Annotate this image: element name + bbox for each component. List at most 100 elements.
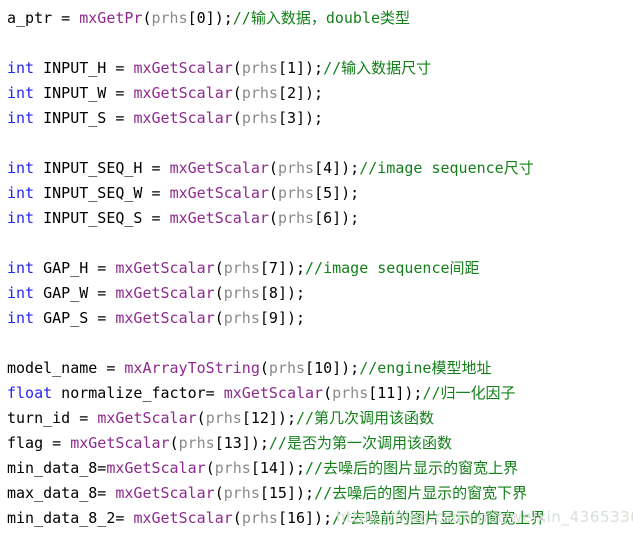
code-token-keyword: int [7,259,35,277]
code-line[interactable]: int GAP_H = mxGetScalar(prhs[7]);//image… [7,256,633,281]
code-token-number: 10 [314,359,333,377]
code-token-plain: GAP_S = [34,309,116,327]
code-token-punct: ]); [305,509,333,527]
code-token-punct: ( [232,509,242,527]
code-token-func: mxGetScalar [133,59,233,77]
code-token-comment: //engine模型地址 [359,359,492,377]
code-token-func: mxGetScalar [169,159,269,177]
code-token-func: mxGetScalar [169,184,269,202]
code-line-blank[interactable] [7,31,633,56]
code-line[interactable]: min_data_8_2= mxGetScalar(prhs[16]);//去噪… [7,506,633,531]
code-line[interactable]: int GAP_S = mxGetScalar(prhs[9]); [7,306,633,331]
code-token-arg: prhs [277,159,315,177]
code-token-plain: INPUT_S = [34,109,134,127]
code-token-func: mxGetScalar [70,434,170,452]
code-line[interactable]: int GAP_W = mxGetScalar(prhs[8]); [7,281,633,306]
code-token-punct: ]); [332,359,360,377]
code-token-number: 1 [286,59,296,77]
code-token-comment: //第几次调用该函数 [296,409,435,427]
code-token-plain: INPUT_SEQ_W = [34,184,170,202]
code-token-arg: prhs [223,484,260,502]
code-token-arg: prhs [214,459,251,477]
code-token-func: mxGetScalar [106,459,206,477]
code-line[interactable]: flag = mxGetScalar(prhs[13]);//是否为第一次调用该… [7,431,633,456]
code-token-number: 12 [250,409,269,427]
code-token-arg: prhs [241,84,278,102]
code-token-punct: ( [268,184,278,202]
code-token-punct: [ [250,459,260,477]
code-token-punct: [ [277,109,287,127]
code-token-number: 8 [268,284,278,302]
code-token-punct: ( [232,109,242,127]
code-line[interactable]: int INPUT_SEQ_W = mxGetScalar(prhs[5]); [7,181,633,206]
code-token-arg: prhs [268,359,306,377]
code-line-blank[interactable] [7,231,633,256]
code-token-punct: [ [305,359,315,377]
code-token-plain: model_name = [7,359,125,377]
code-line-blank[interactable] [7,131,633,156]
code-token-punct: [ [241,409,251,427]
code-token-func: mxGetScalar [115,284,215,302]
code-token-comment: //归一化因子 [422,384,516,402]
code-token-punct: [ [314,159,324,177]
code-token-plain: turn_id = [7,409,98,427]
code-token-number: 4 [323,159,333,177]
code-token-arg: prhs [178,434,215,452]
code-token-comment: //是否为第一次调用该函数 [268,434,452,452]
code-line[interactable]: turn_id = mxGetScalar(prhs[12]);//第几次调用该… [7,406,633,431]
code-token-comment: //去噪前的图片显示的窗宽上界 [332,509,546,527]
code-token-func: mxGetScalar [115,259,215,277]
code-token-punct: ]); [277,259,306,277]
code-token-arg: prhs [223,309,260,327]
code-token-plain: INPUT_SEQ_H = [34,159,170,177]
code-token-punct: ( [268,159,278,177]
code-token-plain: a_ptr = [7,9,80,27]
code-token-punct: [ [277,84,287,102]
code-token-punct: ]); [268,409,296,427]
code-token-keyword: int [7,109,35,127]
code-token-number: 3 [286,109,296,127]
code-token-comment: //去噪后的图片显示的窗宽下界 [314,484,528,502]
code-token-punct: ]); [395,384,423,402]
code-line[interactable]: int INPUT_S = mxGetScalar(prhs[3]); [7,106,633,131]
code-line[interactable]: int INPUT_SEQ_S = mxGetScalar(prhs[6]); [7,206,633,231]
code-token-punct: ]); [332,159,360,177]
code-token-number: 0 [196,9,206,27]
code-token-plain: GAP_H = [34,259,116,277]
code-token-arg: prhs [277,184,315,202]
code-token-punct: [ [214,434,224,452]
code-token-punct: ]); [241,434,269,452]
code-token-keyword: int [7,284,35,302]
code-line[interactable]: float normalize_factor= mxGetScalar(prhs… [7,381,633,406]
code-token-punct: [ [368,384,378,402]
code-line-blank[interactable] [7,331,633,356]
code-line[interactable]: int INPUT_SEQ_H = mxGetScalar(prhs[4]);/… [7,156,633,181]
code-line[interactable]: min_data_8=mxGetScalar(prhs[14]);//去噪后的图… [7,456,633,481]
code-token-number: 13 [223,434,242,452]
code-token-func: mxGetPr [79,9,143,27]
code-token-func: mxGetScalar [169,209,269,227]
code-line[interactable]: int INPUT_W = mxGetScalar(prhs[2]); [7,81,633,106]
code-line[interactable]: max_data_8= mxGetScalar(prhs[15]);//去噪后的… [7,481,633,506]
code-token-punct: ( [232,84,242,102]
code-line[interactable]: int INPUT_H = mxGetScalar(prhs[1]);//输入数… [7,56,633,81]
code-token-punct: ( [196,409,206,427]
code-token-punct: ( [214,309,224,327]
code-token-plain: INPUT_W = [34,84,134,102]
code-token-arg: prhs [277,209,315,227]
code-token-plain: max_data_8= [7,484,116,502]
code-token-punct: [ [259,484,269,502]
code-token-punct: ]); [286,484,315,502]
code-token-punct: [ [259,259,269,277]
code-token-arg: prhs [205,409,242,427]
code-editor-view[interactable]: a_ptr = mxGetPr(prhs[0]);//输入数据，double类型… [0,0,633,533]
code-token-func: mxGetScalar [133,109,233,127]
code-token-punct: ]); [296,59,324,77]
code-line[interactable]: model_name = mxArrayToString(prhs[10]);/… [7,356,633,381]
code-token-number: 6 [323,209,333,227]
code-token-punct: ]); [205,9,233,27]
code-token-punct: [ [314,184,324,202]
code-token-func: mxGetScalar [223,384,324,402]
code-token-punct: ]); [332,184,360,202]
code-line[interactable]: a_ptr = mxGetPr(prhs[0]);//输入数据，double类型 [7,6,633,31]
